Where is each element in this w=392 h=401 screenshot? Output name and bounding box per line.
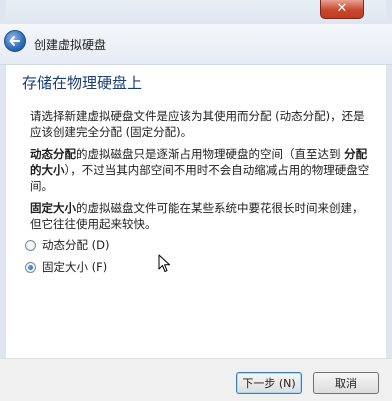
close-icon: ✕ — [336, 1, 348, 16]
next-button[interactable]: 下一步 (N) — [236, 372, 302, 394]
wizard-header: 创建虚拟硬盘 — [0, 24, 392, 65]
dynamic-desc-part1: 的虚拟磁盘只是逐渐占用物理硬盘的空间（直至达到 — [76, 147, 345, 161]
dynamic-desc-part2: ），不过当其内部空间不用时不会自动缩减占用的物理硬盘空间。 — [30, 163, 370, 193]
option-fixed-label: 固定大小 (F) — [42, 260, 108, 274]
cancel-button[interactable]: 取消 — [313, 372, 379, 394]
radio-fixed[interactable] — [25, 261, 36, 273]
intro-text: 请选择新建虚拟硬盘文件是应该为其使用而分配 (动态分配)，还是应该创建完全分配 … — [30, 109, 365, 139]
close-button[interactable]: ✕ — [320, 0, 364, 19]
radio-dynamic[interactable] — [25, 239, 36, 251]
option-fixed[interactable]: 固定大小 (F) — [25, 259, 107, 275]
page-heading: 存储在物理硬盘上 — [22, 74, 143, 92]
dynamic-term: 动态分配 — [30, 147, 76, 161]
wizard-title: 创建虚拟硬盘 — [34, 38, 107, 52]
fixed-description: 固定大小的虚拟磁盘文件可能在某些系统中要花很长时间来创建，但它往往使用起来较快。 — [30, 200, 370, 232]
button-bar: 下一步 (N) 取消 — [0, 358, 392, 401]
option-dynamic-label: 动态分配 (D) — [42, 238, 110, 252]
mouse-pointer-icon — [158, 254, 170, 272]
back-button[interactable] — [4, 30, 26, 52]
fixed-desc: 的虚拟磁盘文件可能在某些系统中要花很长时间来创建，但它往往使用起来较快。 — [30, 201, 364, 231]
back-arrow-icon — [9, 36, 20, 46]
fixed-term: 固定大小 — [30, 201, 76, 215]
option-dynamic[interactable]: 动态分配 (D) — [25, 237, 109, 253]
dynamic-description: 动态分配的虚拟磁盘只是逐渐占用物理硬盘的空间（直至达到 分配的大小），不过当其内… — [30, 146, 370, 194]
